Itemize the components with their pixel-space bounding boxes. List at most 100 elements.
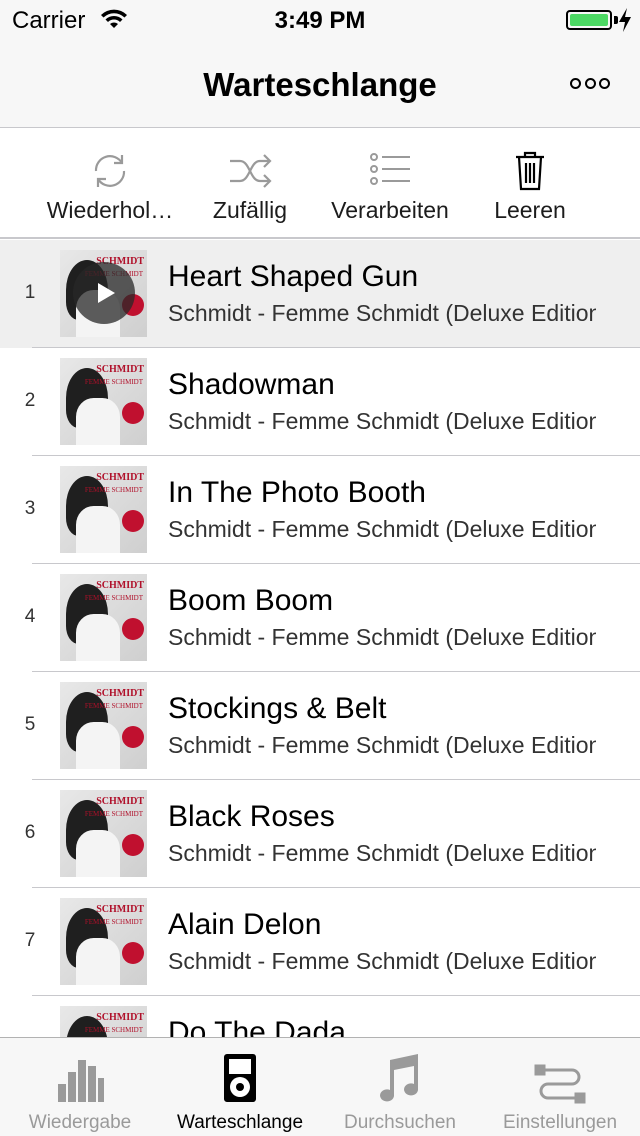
bar-chart-icon [58,1060,104,1102]
cable-icon [534,1064,586,1104]
track-title: Boom Boom [168,584,334,617]
more-dot [599,77,610,89]
battery-icon [566,10,612,30]
track-title: Shadowman [168,368,335,401]
cover-figure-shoulder [76,398,120,445]
shuffle-button[interactable]: Zufällig [190,129,310,237]
queue-row[interactable]: 7 SCHMIDT FEMME SCHMIDT Alain Delon Schmidt … [0,888,640,996]
track-subtitle: Schmidt - Femme Schmidt (Deluxe Edition) [168,840,596,866]
queue-row[interactable]: 3 SCHMIDT FEMME SCHMIDT In The Photo Booth S… [0,456,640,564]
cover-badge [122,402,144,424]
list-icon [370,153,410,185]
cover-badge [122,726,144,748]
cover-badge [122,510,144,532]
cover-title: SCHMIDT [96,796,144,807]
charging-bolt-icon [619,8,631,32]
edit-button[interactable]: Verarbeiten [320,129,460,237]
track-number: 3 [24,498,36,519]
more-dot [584,77,596,89]
track-subtitle: Schmidt - Femme Schmidt (Deluxe Edition) [168,516,596,542]
edit-label: Verarbeiten [331,197,449,223]
tab-einstellungen[interactable]: Einstellungen [480,1038,640,1136]
cover-badge [122,942,144,964]
cover-title: SCHMIDT [96,580,144,591]
track-subtitle: Schmidt - Femme Schmidt (Deluxe Edition) [168,948,596,974]
track-subtitle: Schmidt - Femme Schmidt (Deluxe Edition) [168,732,596,758]
tab-label: Einstellungen [502,1112,618,1133]
track-number: 4 [24,606,36,627]
tab-durchsuchen[interactable]: Durchsuchen [320,1038,480,1136]
queue-row[interactable]: 2 SCHMIDT FEMME SCHMIDT Shadowman Schmidt - … [0,348,640,456]
track-title: Black Roses [168,800,335,833]
track-number: 6 [24,822,36,843]
queue-toolbar: Wiederhol… Zufällig Verarbeiten Leeren [0,129,640,239]
play-icon[interactable] [73,262,135,324]
queue-list[interactable]: 1 SCHMIDT FEMME SCHMIDT Heart Shaped Gun Sch… [0,240,640,1037]
ipod-icon [224,1054,256,1102]
track-number: 1 [24,282,36,303]
cover-title: SCHMIDT [96,904,144,915]
album-cover: SCHMIDT FEMME SCHMIDT [60,574,147,661]
repeat-button[interactable]: Wiederhol… [40,129,180,237]
music-note-icon [380,1054,418,1102]
track-number: 2 [24,390,36,411]
cover-subtitle: FEMME SCHMIDT [84,810,143,818]
track-number: 5 [24,714,36,735]
track-title: Do The Dada [168,1016,346,1037]
queue-row[interactable]: 4 SCHMIDT FEMME SCHMIDT Boom Boom Schmidt - … [0,564,640,672]
cover-subtitle: FEMME SCHMIDT [84,486,143,494]
track-subtitle: Schmidt - Femme Schmidt (Deluxe Edition) [168,624,596,650]
track-title: Stockings & Belt [168,692,387,725]
tab-label: Warteschlange [176,1112,304,1133]
cover-subtitle: FEMME SCHMIDT [84,378,143,386]
album-cover: SCHMIDTFEMME SCHMIDT [60,250,147,337]
track-title: Heart Shaped Gun [168,260,419,293]
more-dot [570,77,581,89]
track-title: Alain Delon [168,908,322,941]
album-cover: SCHMIDT FEMME SCHMIDT [60,790,147,877]
cover-subtitle: FEMME SCHMIDT [84,594,143,602]
tab-label: Durchsuchen [344,1112,456,1133]
battery-fill [570,14,608,26]
cover-subtitle: FEMME SCHMIDT [84,918,143,926]
track-title: In The Photo Booth [168,476,426,509]
tab-warteschlange[interactable]: Warteschlange [160,1038,320,1136]
album-cover: SCHMIDTFEMME SCHMIDT [60,682,147,769]
cover-badge [122,618,144,640]
tab-bar: Wiedergabe Warteschlange Durchsuchen Ein… [0,1037,640,1136]
queue-row[interactable]: 1 SCHMIDTFEMME SCHMIDT Heart Shaped Gun Sch… [0,240,640,348]
status-time: 3:49 PM [274,7,366,34]
queue-row[interactable]: 6 SCHMIDT FEMME SCHMIDT Black Roses Schmidt … [0,780,640,888]
album-cover: SCHMIDT FEMME SCHMIDT [60,898,147,985]
repeat-label: Wiederhol… [46,197,174,223]
repeat-icon [94,155,126,187]
more-icon[interactable] [570,74,610,92]
shuffle-label: Zufällig [212,197,288,223]
shuffle-icon [230,154,272,188]
navigation-bar: Warteschlange [0,40,640,128]
album-cover: SCHMIDT FEMME SCHMIDT [60,466,147,553]
cover-figure-shoulder [76,614,120,661]
status-bar: Carrier 3:49 PM [0,0,640,40]
cover-title: SCHMIDT [96,472,144,483]
cover-figure-shoulder [76,722,120,769]
queue-row[interactable]: 5 SCHMIDT FEMME SCHMIDT Stockings & Belt Sch… [0,672,640,780]
tab-wiedergabe[interactable]: Wiedergabe [0,1038,160,1136]
track-subtitle: Schmidt - Femme Schmidt (Deluxe Edition) [168,408,596,434]
cover-figure-shoulder [76,830,120,877]
cover-badge [122,834,144,856]
track-number: 7 [24,930,36,951]
cover-subtitle: FEMME SCHMIDT [84,702,143,710]
trash-icon [516,151,544,191]
clear-button[interactable]: Leeren [470,129,590,237]
page-title: Warteschlange [203,66,437,103]
cover-subtitle: FEMME SCHMIDT [84,1026,143,1034]
album-cover: SCHMIDT FEMME SCHMIDT [60,358,147,445]
queue-row[interactable]: 8SCHMIDTFEMME SCHMIDTDo The DadaSchmidt … [0,996,640,1037]
cover-title: SCHMIDT [96,1012,144,1023]
tab-label: Wiedergabe [28,1112,132,1133]
track-subtitle: Schmidt - Femme Schmidt (Deluxe Edition) [168,300,596,326]
clear-label: Leeren [494,197,566,223]
cover-title: SCHMIDT [96,364,144,375]
cover-figure-shoulder [76,938,120,985]
